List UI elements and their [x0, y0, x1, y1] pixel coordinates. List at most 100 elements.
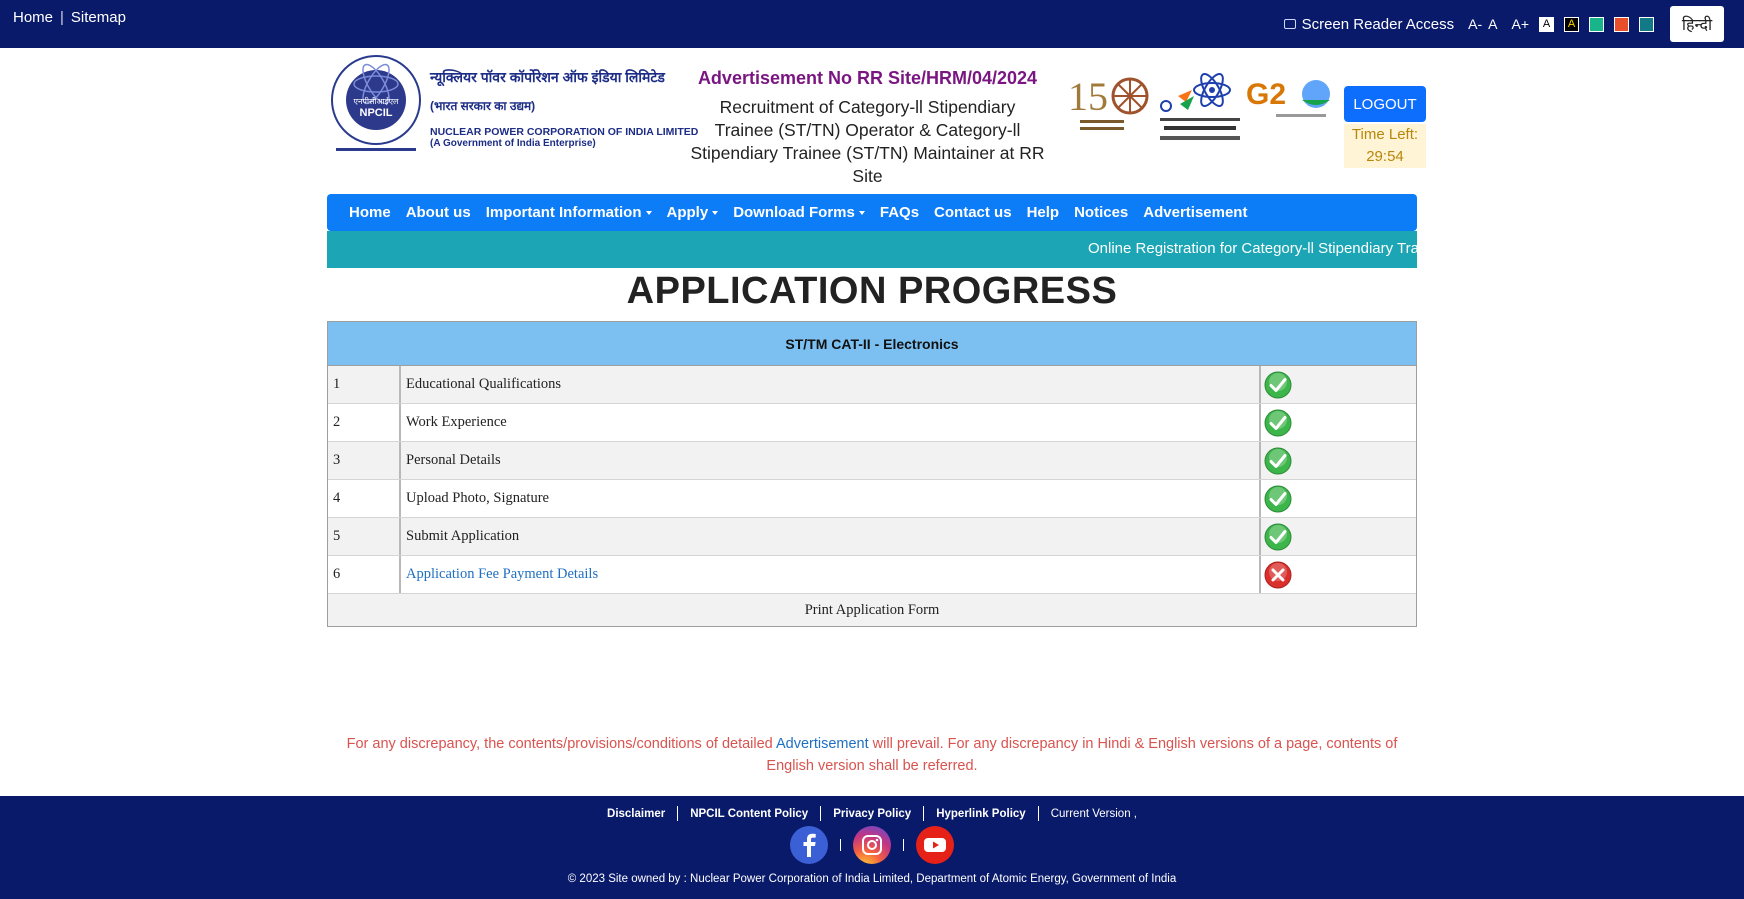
org-name-hindi: न्यूक्लियर पॉवर कॉर्पोरेशन ऑफ इंडिया लिम… [430, 69, 665, 85]
nav-about-us[interactable]: About us [406, 204, 471, 221]
session-timer: Time Left: 29:54 [1344, 124, 1426, 168]
advertisement-title: Recruitment of Category-ll Stipendiary T… [690, 97, 1045, 186]
check-icon [1264, 371, 1292, 398]
row-number: 3 [328, 442, 401, 479]
font-normal-button[interactable]: A [1488, 16, 1497, 32]
row-number: 1 [328, 366, 401, 403]
theme-black-swatch[interactable]: A [1564, 16, 1579, 32]
table-row: 2 Work Experience [328, 404, 1416, 442]
font-increase-button[interactable]: A+ [1511, 16, 1529, 32]
row-number: 2 [328, 404, 401, 441]
site-header: एनपीसीआईएल NPCIL न्यूक्लियर पॉवर कॉर्पोर… [330, 48, 1430, 188]
social-separator [840, 839, 841, 851]
nav-help[interactable]: Help [1027, 204, 1060, 221]
footer-disclaimer-link[interactable]: Disclaimer [595, 808, 677, 820]
check-icon [1264, 485, 1292, 512]
theme-white-swatch[interactable]: A [1539, 16, 1554, 32]
svg-text:15: 15 [1068, 74, 1108, 119]
logout-button[interactable]: LOGOUT [1344, 86, 1426, 122]
svg-text:NPCIL: NPCIL [360, 107, 393, 119]
cross-icon [1264, 561, 1292, 588]
nav-label: Help [1026, 204, 1060, 221]
org-subtitle-english: (A Government of India Enterprise) [430, 138, 596, 149]
advertisement-block: Advertisement No RR Site/HRM/04/2024 Rec… [690, 68, 1045, 188]
social-separator [903, 839, 904, 851]
table-row: 1 Educational Qualifications [328, 366, 1416, 404]
step-name: Upload Photo, Signature [401, 480, 1261, 517]
step-name: Work Experience [401, 404, 1261, 441]
nav-faqs[interactable]: FAQs [880, 204, 919, 221]
footer-privacy-policy-link[interactable]: Privacy Policy [821, 808, 923, 820]
youtube-icon[interactable] [916, 826, 954, 864]
table-row: 6 Application Fee Payment Details [328, 556, 1416, 594]
theme-teal-swatch[interactable] [1639, 16, 1654, 32]
theme-green-swatch[interactable] [1589, 16, 1604, 32]
status-cell [1261, 480, 1416, 517]
row-number: 6 [328, 556, 401, 593]
advertisement-link[interactable]: Advertisement [776, 736, 869, 752]
copyright-text: © 2023 Site owned by : Nuclear Power Cor… [567, 873, 1177, 885]
status-cell [1261, 366, 1416, 403]
screen-reader-access-link[interactable]: Screen Reader Access [1283, 15, 1455, 33]
footer-content-policy-link[interactable]: NPCIL Content Policy [678, 808, 820, 820]
print-application-form-link[interactable]: Print Application Form [328, 594, 1416, 626]
social-links [0, 826, 1744, 864]
top-bar: Home | Sitemap Screen Reader Access A- A… [0, 0, 1744, 48]
font-decrease-button[interactable]: A- [1468, 16, 1482, 32]
footer-hyperlink-policy-link[interactable]: Hyperlink Policy [924, 808, 1037, 820]
hindi-language-button[interactable]: हिन्दी [1670, 6, 1724, 42]
table-row: 5 Submit Application [328, 518, 1416, 556]
nav-download-forms[interactable]: Download Forms [733, 204, 865, 221]
nav-label: Contact us [934, 204, 1012, 221]
news-ticker: Online Registration for Category-ll Stip… [327, 231, 1417, 268]
nav-apply[interactable]: Apply [667, 204, 719, 221]
caret-down-icon [712, 210, 719, 215]
150-years-mahatma-badge: 15 [1068, 74, 1149, 130]
row-number: 4 [328, 480, 401, 517]
top-sitemap-link[interactable]: Sitemap [71, 9, 126, 26]
current-version: Current Version , [1050, 807, 1137, 820]
ticker-text[interactable]: Online Registration for Category-ll Stip… [1088, 240, 1417, 257]
status-cell [1261, 442, 1416, 479]
status-cell [1261, 556, 1416, 593]
nav-advertisement[interactable]: Advertisement [1143, 204, 1247, 221]
main-navigation: Home About us Important Information Appl… [327, 194, 1417, 231]
theme-orange-swatch[interactable] [1614, 16, 1629, 32]
facebook-icon[interactable] [790, 826, 828, 864]
nav-label: Home [349, 204, 391, 221]
instagram-icon[interactable] [853, 826, 891, 864]
svg-text:एनपीसीआईएल: एनपीसीआईएल [354, 96, 399, 106]
nav-important-information[interactable]: Important Information [486, 204, 652, 221]
nav-home[interactable]: Home [349, 204, 391, 221]
top-home-link[interactable]: Home [13, 9, 53, 26]
top-links: Home | Sitemap [13, 9, 126, 26]
nav-label: About us [405, 204, 471, 221]
organisation-name: न्यूक्लियर पॉवर कॉर्पोरेशन ऑफ इंडिया लिम… [430, 68, 698, 149]
nav-notices[interactable]: Notices [1074, 204, 1128, 221]
check-icon [1264, 447, 1292, 474]
screen-reader-icon [1283, 19, 1296, 29]
new-india-75-badge [1160, 73, 1240, 140]
caret-down-icon [645, 210, 652, 215]
nav-contact-us[interactable]: Contact us [934, 204, 1012, 221]
g20-logo: G2 [1246, 78, 1330, 117]
nav-label: Important Information [485, 204, 642, 221]
svg-text:G2: G2 [1246, 78, 1286, 111]
nav-label: Apply [666, 204, 709, 221]
row-number: 5 [328, 518, 401, 555]
org-subtitle-hindi: (भारत सरकार का उद्यम) [430, 99, 536, 113]
top-link-separator: | [60, 9, 64, 26]
step-name: Submit Application [401, 518, 1261, 555]
screen-reader-label: Screen Reader Access [1301, 15, 1455, 33]
discrepancy-note: For any discrepancy, the contents/provis… [327, 733, 1417, 777]
page-title: APPLICATION PROGRESS [626, 270, 1118, 312]
nav-label: FAQs [879, 204, 920, 221]
caret-down-icon [858, 210, 865, 215]
status-cell [1261, 404, 1416, 441]
advertisement-number: Advertisement No RR Site/HRM/04/2024 [697, 68, 1038, 88]
status-cell [1261, 518, 1416, 555]
fee-payment-link[interactable]: Application Fee Payment Details [401, 556, 1261, 593]
accessibility-controls: Screen Reader Access A- A A+ A A हिन्दी [1283, 6, 1724, 42]
post-name-header: ST/TM CAT-II - Electronics [328, 322, 1416, 366]
nav-label: Download Forms [733, 204, 855, 221]
